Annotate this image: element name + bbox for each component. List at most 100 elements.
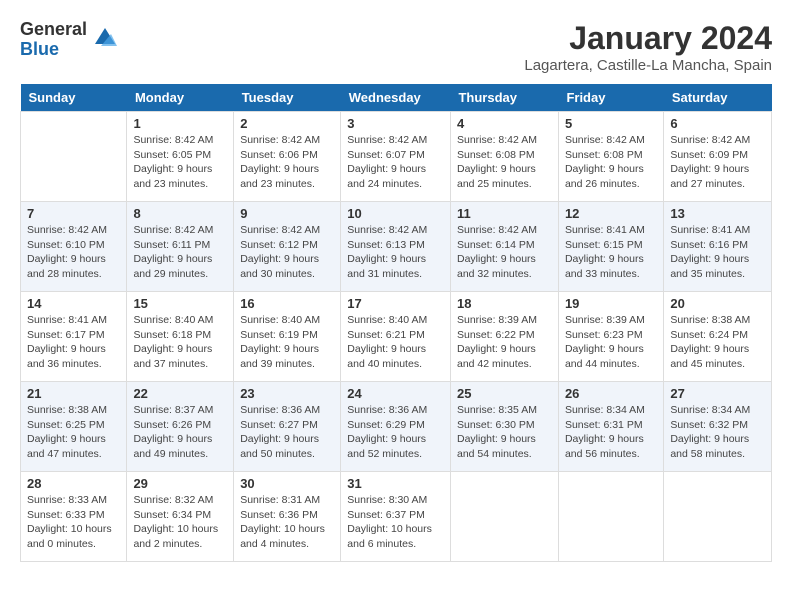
day-info: Sunrise: 8:42 AMSunset: 6:07 PMDaylight:… xyxy=(347,133,444,192)
day-info: Sunrise: 8:35 AMSunset: 6:30 PMDaylight:… xyxy=(457,403,552,462)
weekday-header: Friday xyxy=(558,84,663,112)
calendar-cell: 28 Sunrise: 8:33 AMSunset: 6:33 PMDayligh… xyxy=(21,472,127,562)
day-info: Sunrise: 8:42 AMSunset: 6:11 PMDaylight:… xyxy=(133,223,227,282)
calendar-week-row: 7 Sunrise: 8:42 AMSunset: 6:10 PMDaylight… xyxy=(21,202,772,292)
calendar-cell: 14Sunrise: 8:41 AMSunset: 6:17 PMDayligh… xyxy=(21,292,127,382)
day-info: Sunrise: 8:34 AMSunset: 6:32 PMDaylight:… xyxy=(670,403,765,462)
day-number: 17 xyxy=(347,296,444,311)
calendar-cell: 6Sunrise: 8:42 AMSunset: 6:09 PMDaylight… xyxy=(664,112,772,202)
day-info: Sunrise: 8:32 AMSunset: 6:34 PMDaylight:… xyxy=(133,493,227,552)
day-info: Sunrise: 8:39 AMSunset: 6:22 PMDaylight:… xyxy=(457,313,552,372)
weekday-header-row: SundayMondayTuesdayWednesdayThursdayFrid… xyxy=(21,84,772,112)
day-info: Sunrise: 8:36 AMSunset: 6:29 PMDaylight:… xyxy=(347,403,444,462)
day-number: 28 xyxy=(27,476,120,491)
calendar-cell: 5Sunrise: 8:42 AMSunset: 6:08 PMDaylight… xyxy=(558,112,663,202)
calendar-cell: 1 Sunrise: 8:42 AMSunset: 6:05 PMDaylight… xyxy=(127,112,234,202)
logo-general: General xyxy=(20,20,87,40)
calendar-cell: 25Sunrise: 8:35 AMSunset: 6:30 PMDayligh… xyxy=(450,382,558,472)
day-number: 2 xyxy=(240,116,334,131)
day-info: Sunrise: 8:42 AMSunset: 6:14 PMDaylight:… xyxy=(457,223,552,282)
day-info: Sunrise: 8:42 AMSunset: 6:05 PMDaylight:… xyxy=(133,133,227,192)
calendar-week-row: 1 Sunrise: 8:42 AMSunset: 6:05 PMDaylight… xyxy=(21,112,772,202)
day-info: Sunrise: 8:30 AMSunset: 6:37 PMDaylight:… xyxy=(347,493,444,552)
calendar-cell: 23Sunrise: 8:36 AMSunset: 6:27 PMDayligh… xyxy=(234,382,341,472)
day-info: Sunrise: 8:42 AMSunset: 6:08 PMDaylight:… xyxy=(457,133,552,192)
day-info: Sunrise: 8:39 AMSunset: 6:23 PMDaylight:… xyxy=(565,313,657,372)
calendar-cell: 10 Sunrise: 8:42 AMSunset: 6:13 PMDayligh… xyxy=(341,202,451,292)
calendar-week-row: 21 Sunrise: 8:38 AMSunset: 6:25 PMDayligh… xyxy=(21,382,772,472)
calendar-cell: 29 Sunrise: 8:32 AMSunset: 6:34 PMDayligh… xyxy=(127,472,234,562)
day-number: 18 xyxy=(457,296,552,311)
day-number: 11 xyxy=(457,206,552,221)
calendar-cell: 24 Sunrise: 8:36 AMSunset: 6:29 PMDayligh… xyxy=(341,382,451,472)
calendar-cell: 18 Sunrise: 8:39 AMSunset: 6:22 PMDayligh… xyxy=(450,292,558,382)
day-number: 6 xyxy=(670,116,765,131)
calendar-cell xyxy=(21,112,127,202)
day-info: Sunrise: 8:41 AMSunset: 6:16 PMDaylight:… xyxy=(670,223,765,282)
calendar-cell: 15 Sunrise: 8:40 AMSunset: 6:18 PMDayligh… xyxy=(127,292,234,382)
day-number: 5 xyxy=(565,116,657,131)
day-info: Sunrise: 8:36 AMSunset: 6:27 PMDaylight:… xyxy=(240,403,334,462)
calendar-cell: 3 Sunrise: 8:42 AMSunset: 6:07 PMDaylight… xyxy=(341,112,451,202)
day-number: 27 xyxy=(670,386,765,401)
day-number: 31 xyxy=(347,476,444,491)
day-info: Sunrise: 8:38 AMSunset: 6:24 PMDaylight:… xyxy=(670,313,765,372)
calendar-cell xyxy=(664,472,772,562)
day-info: Sunrise: 8:41 AMSunset: 6:17 PMDaylight:… xyxy=(27,313,120,372)
day-number: 10 xyxy=(347,206,444,221)
calendar-cell: 16 Sunrise: 8:40 AMSunset: 6:19 PMDayligh… xyxy=(234,292,341,382)
day-info: Sunrise: 8:42 AMSunset: 6:06 PMDaylight:… xyxy=(240,133,334,192)
day-info: Sunrise: 8:42 AMSunset: 6:13 PMDaylight:… xyxy=(347,223,444,282)
day-number: 7 xyxy=(27,206,120,221)
calendar-cell: 26Sunrise: 8:34 AMSunset: 6:31 PMDayligh… xyxy=(558,382,663,472)
logo: General Blue xyxy=(20,20,119,60)
day-info: Sunrise: 8:40 AMSunset: 6:18 PMDaylight:… xyxy=(133,313,227,372)
calendar-cell: 11 Sunrise: 8:42 AMSunset: 6:14 PMDayligh… xyxy=(450,202,558,292)
day-info: Sunrise: 8:34 AMSunset: 6:31 PMDaylight:… xyxy=(565,403,657,462)
calendar-cell: 8 Sunrise: 8:42 AMSunset: 6:11 PMDaylight… xyxy=(127,202,234,292)
weekday-header: Thursday xyxy=(450,84,558,112)
month-year: January 2024 xyxy=(524,20,772,57)
calendar-cell: 21 Sunrise: 8:38 AMSunset: 6:25 PMDayligh… xyxy=(21,382,127,472)
day-number: 19 xyxy=(565,296,657,311)
day-number: 22 xyxy=(133,386,227,401)
calendar-cell: 4 Sunrise: 8:42 AMSunset: 6:08 PMDaylight… xyxy=(450,112,558,202)
day-number: 12 xyxy=(565,206,657,221)
day-number: 30 xyxy=(240,476,334,491)
title-block: January 2024 Lagartera, Castille-La Manc… xyxy=(524,20,772,74)
calendar-cell: 30 Sunrise: 8:31 AMSunset: 6:36 PMDayligh… xyxy=(234,472,341,562)
day-number: 24 xyxy=(347,386,444,401)
weekday-header: Sunday xyxy=(21,84,127,112)
location: Lagartera, Castille-La Mancha, Spain xyxy=(524,57,772,74)
day-number: 15 xyxy=(133,296,227,311)
day-number: 4 xyxy=(457,116,552,131)
calendar-cell xyxy=(558,472,663,562)
day-number: 9 xyxy=(240,206,334,221)
day-number: 16 xyxy=(240,296,334,311)
day-info: Sunrise: 8:33 AMSunset: 6:33 PMDaylight:… xyxy=(27,493,120,552)
day-number: 8 xyxy=(133,206,227,221)
day-info: Sunrise: 8:31 AMSunset: 6:36 PMDaylight:… xyxy=(240,493,334,552)
day-info: Sunrise: 8:42 AMSunset: 6:10 PMDaylight:… xyxy=(27,223,120,282)
day-number: 29 xyxy=(133,476,227,491)
day-number: 1 xyxy=(133,116,227,131)
calendar-cell: 13Sunrise: 8:41 AMSunset: 6:16 PMDayligh… xyxy=(664,202,772,292)
calendar-cell: 12Sunrise: 8:41 AMSunset: 6:15 PMDayligh… xyxy=(558,202,663,292)
weekday-header: Monday xyxy=(127,84,234,112)
day-info: Sunrise: 8:40 AMSunset: 6:21 PMDaylight:… xyxy=(347,313,444,372)
calendar-cell: 7 Sunrise: 8:42 AMSunset: 6:10 PMDaylight… xyxy=(21,202,127,292)
day-number: 21 xyxy=(27,386,120,401)
day-info: Sunrise: 8:40 AMSunset: 6:19 PMDaylight:… xyxy=(240,313,334,372)
weekday-header: Wednesday xyxy=(341,84,451,112)
day-info: Sunrise: 8:38 AMSunset: 6:25 PMDaylight:… xyxy=(27,403,120,462)
calendar-cell: 22Sunrise: 8:37 AMSunset: 6:26 PMDayligh… xyxy=(127,382,234,472)
calendar-table: SundayMondayTuesdayWednesdayThursdayFrid… xyxy=(20,84,772,562)
calendar-cell xyxy=(450,472,558,562)
calendar-cell: 31 Sunrise: 8:30 AMSunset: 6:37 PMDayligh… xyxy=(341,472,451,562)
weekday-header: Saturday xyxy=(664,84,772,112)
calendar-cell: 20 Sunrise: 8:38 AMSunset: 6:24 PMDayligh… xyxy=(664,292,772,382)
day-number: 20 xyxy=(670,296,765,311)
day-number: 3 xyxy=(347,116,444,131)
logo-blue: Blue xyxy=(20,40,87,60)
calendar-cell: 19 Sunrise: 8:39 AMSunset: 6:23 PMDayligh… xyxy=(558,292,663,382)
